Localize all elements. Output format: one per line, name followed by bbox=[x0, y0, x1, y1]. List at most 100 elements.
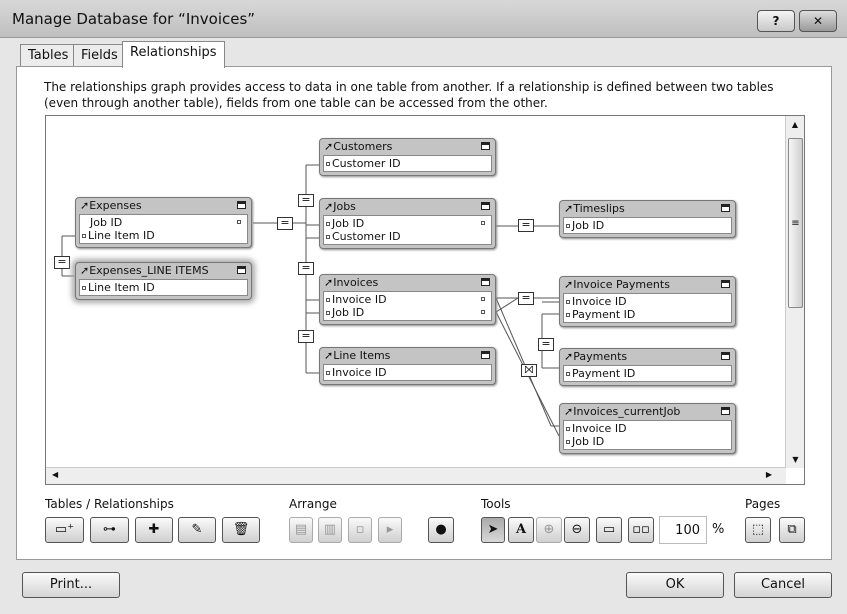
align-icon[interactable]: ▤ bbox=[289, 517, 313, 543]
table-header[interactable]: ➚Jobs bbox=[320, 199, 495, 215]
field-item[interactable]: Line Item ID bbox=[82, 229, 245, 242]
zoom-out-icon[interactable]: ⊖ bbox=[564, 517, 590, 543]
equal-operator-icon[interactable]: = bbox=[298, 262, 314, 275]
table-occurrence[interactable]: ➚Expenses_LINE ITEMS Line Item ID bbox=[75, 262, 252, 300]
field-item[interactable]: Customer ID bbox=[326, 157, 489, 170]
edit-button[interactable]: ✎ bbox=[178, 517, 216, 543]
equal-operator-icon[interactable]: = bbox=[277, 217, 293, 230]
table-header[interactable]: ➚Expenses bbox=[76, 198, 251, 214]
collapse-table-icon[interactable] bbox=[721, 280, 730, 288]
table-occurrence[interactable]: ➚Line Items Invoice ID bbox=[319, 347, 496, 385]
scroll-thumb[interactable]: ≡ bbox=[788, 138, 803, 308]
table-occurrence[interactable]: ➚Invoice Payments Invoice ID Payment ID bbox=[559, 276, 736, 327]
equal-operator-icon[interactable]: = bbox=[54, 256, 70, 269]
ok-button[interactable]: OK bbox=[626, 572, 724, 598]
text-tool-icon[interactable]: A bbox=[508, 517, 534, 543]
collapse-table-icon[interactable] bbox=[481, 278, 490, 286]
add-table-button[interactable]: ▭⁺ bbox=[45, 517, 84, 543]
field-item[interactable]: Job ID bbox=[326, 217, 489, 230]
title-bar: Manage Database for “Invoices” ? ✕ bbox=[0, 0, 847, 38]
distribute-icon[interactable]: ▥ bbox=[318, 517, 342, 543]
equal-operator-icon[interactable]: = bbox=[518, 219, 534, 232]
table-header[interactable]: ➚Customers bbox=[320, 139, 495, 155]
field-item[interactable]: Customer ID bbox=[326, 230, 489, 243]
table-occurrence[interactable]: ➚Payments Payment ID bbox=[559, 348, 736, 386]
equal-operator-icon[interactable]: = bbox=[518, 292, 534, 305]
zoom-level-input[interactable]: 100 bbox=[659, 516, 707, 544]
table-header[interactable]: ➚Invoices_currentJob bbox=[560, 404, 735, 420]
color-icon[interactable]: ● bbox=[428, 517, 454, 543]
add-relationship-button[interactable]: ⊶ bbox=[90, 517, 129, 543]
scroll-down-icon[interactable]: ▼ bbox=[786, 455, 804, 464]
field-item[interactable]: Invoice ID bbox=[566, 295, 729, 308]
print-button[interactable]: Print... bbox=[22, 572, 120, 598]
collapse-table-icon[interactable] bbox=[237, 201, 246, 209]
relationships-graph[interactable]: = = = = = = = = ⨝ ➚Expenses Job ID Line Item ID ➚Exp… bbox=[45, 115, 805, 485]
collapse-table-icon[interactable] bbox=[721, 204, 730, 212]
field-item[interactable]: Job ID bbox=[566, 435, 729, 448]
arrow-icon: ➚ bbox=[80, 264, 90, 277]
field-item[interactable]: Payment ID bbox=[566, 367, 729, 380]
field-list: Payment ID bbox=[563, 365, 732, 382]
field-item[interactable]: Line Item ID bbox=[82, 281, 245, 294]
page-setup-icon[interactable]: ⧉ bbox=[779, 517, 805, 543]
table-occurrence[interactable]: ➚Invoices_currentJob Invoice ID Job ID bbox=[559, 403, 736, 454]
scroll-left-icon[interactable]: ◀ bbox=[52, 470, 58, 479]
field-name: Invoice ID bbox=[332, 293, 387, 306]
equal-operator-icon[interactable]: = bbox=[538, 338, 554, 351]
field-item[interactable]: Invoice ID bbox=[326, 293, 489, 306]
field-item[interactable]: Job ID bbox=[82, 216, 245, 229]
table-header[interactable]: ➚Expenses_LINE ITEMS bbox=[76, 263, 251, 279]
field-item[interactable]: Job ID bbox=[326, 306, 489, 319]
resize-icon[interactable]: ▫ bbox=[348, 517, 372, 543]
field-item[interactable]: Invoice ID bbox=[326, 366, 489, 379]
horizontal-scrollbar[interactable]: ◀ ▶ bbox=[46, 467, 786, 484]
close-button[interactable]: ✕ bbox=[799, 10, 837, 32]
field-item[interactable]: Payment ID bbox=[566, 308, 729, 321]
tab-fields[interactable]: Fields bbox=[73, 44, 126, 67]
tab-relationships[interactable]: Relationships bbox=[122, 41, 225, 68]
vertical-scrollbar[interactable]: ▲ ≡ ▼ bbox=[785, 116, 804, 468]
arrow-icon: ➚ bbox=[564, 278, 574, 291]
table-header[interactable]: ➚Invoices bbox=[320, 275, 495, 291]
table-header[interactable]: ➚Payments bbox=[560, 349, 735, 365]
cancel-button[interactable]: Cancel bbox=[734, 572, 832, 598]
delete-button[interactable]: 🗑 bbox=[222, 517, 260, 543]
table-occurrence[interactable]: ➚Invoices Invoice ID Job ID bbox=[319, 274, 496, 325]
collapse-table-icon[interactable] bbox=[721, 352, 730, 360]
field-list: Job ID Line Item ID bbox=[79, 214, 248, 244]
collapse-table-icon[interactable] bbox=[481, 202, 490, 210]
field-name: Line Item ID bbox=[88, 281, 155, 294]
page-breaks-icon[interactable]: ⬚ bbox=[745, 517, 771, 543]
collapse-table-icon[interactable] bbox=[481, 142, 490, 150]
table-view-icon[interactable]: ▫▫ bbox=[628, 517, 654, 543]
table-header[interactable]: ➚Line Items bbox=[320, 348, 495, 364]
collapse-icon[interactable]: ▸ bbox=[378, 517, 402, 543]
table-occurrence[interactable]: ➚Expenses Job ID Line Item ID bbox=[75, 197, 252, 248]
duplicate-button[interactable]: ✚ bbox=[135, 517, 173, 543]
field-icon bbox=[566, 224, 570, 228]
scroll-up-icon[interactable]: ▲ bbox=[786, 120, 804, 129]
zoom-in-icon[interactable]: ⊕ bbox=[536, 517, 562, 543]
table-header[interactable]: ➚Invoice Payments bbox=[560, 277, 735, 293]
collapse-table-icon[interactable] bbox=[237, 266, 246, 274]
table-occurrence[interactable]: ➚Customers Customer ID bbox=[319, 138, 496, 176]
help-button[interactable]: ? bbox=[757, 10, 795, 32]
field-icon bbox=[82, 286, 86, 290]
equal-operator-icon[interactable]: = bbox=[298, 330, 314, 343]
equal-operator-icon[interactable]: = bbox=[298, 194, 314, 207]
note-icon[interactable]: ▭ bbox=[596, 517, 622, 543]
field-item[interactable]: Job ID bbox=[566, 219, 729, 232]
collapse-table-icon[interactable] bbox=[721, 407, 730, 415]
pointer-tool-icon[interactable]: ➤ bbox=[481, 517, 505, 543]
table-occurrence[interactable]: ➚Jobs Job ID Customer ID bbox=[319, 198, 496, 249]
tab-tables[interactable]: Tables bbox=[20, 44, 77, 67]
collapse-table-icon[interactable] bbox=[481, 351, 490, 359]
field-name: Invoice ID bbox=[572, 422, 627, 435]
field-list: Job ID Customer ID bbox=[323, 215, 492, 245]
scroll-right-icon[interactable]: ▶ bbox=[766, 470, 772, 479]
table-occurrence[interactable]: ➚Timeslips Job ID bbox=[559, 200, 736, 238]
cartesian-operator-icon[interactable]: ⨝ bbox=[521, 364, 537, 377]
field-item[interactable]: Invoice ID bbox=[566, 422, 729, 435]
table-header[interactable]: ➚Timeslips bbox=[560, 201, 735, 217]
